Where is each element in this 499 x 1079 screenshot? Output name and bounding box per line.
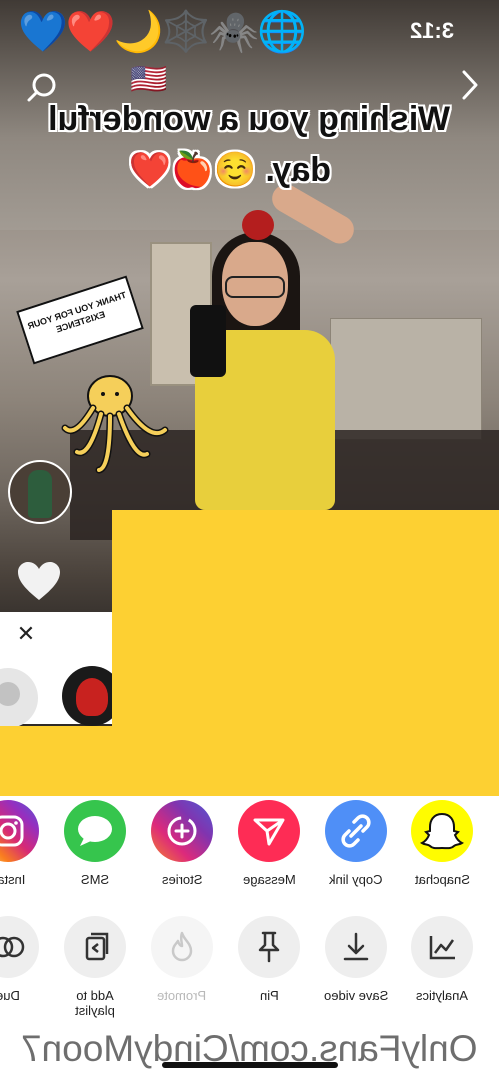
chat-bubble-icon: [64, 800, 126, 862]
action-analytics[interactable]: Analytics: [402, 916, 482, 1003]
send-icon: [238, 800, 300, 862]
creator-avatar[interactable]: [8, 460, 72, 524]
close-icon[interactable]: ✕: [14, 622, 38, 646]
search-icon[interactable]: [24, 70, 60, 106]
share-sms[interactable]: SMS: [55, 800, 135, 887]
share-snapchat[interactable]: Snapchat: [402, 800, 482, 887]
status-time: 3:12: [410, 18, 455, 43]
action-label: Save video: [323, 988, 389, 1003]
flame-icon: [151, 916, 213, 978]
redaction-block-lower: [0, 726, 499, 796]
person-phone: [190, 305, 226, 377]
share-label: Copy link: [329, 872, 383, 887]
share-label: Instag: [0, 872, 26, 887]
avatar-figure: [28, 470, 52, 518]
action-label: Add to playlist: [75, 988, 115, 1018]
home-indicator[interactable]: [162, 1062, 338, 1068]
download-icon: [325, 916, 387, 978]
snapchat-ghost-icon: [411, 800, 473, 862]
action-pin[interactable]: Pin: [229, 916, 309, 1003]
playlist-add-icon: [64, 916, 126, 978]
share-label: Snapchat: [414, 872, 470, 887]
share-copy-link[interactable]: Copy link: [316, 800, 396, 887]
caption-line-1: Wishing you a wonderful: [48, 100, 451, 138]
action-label: Promote: [157, 988, 207, 1003]
share-stories[interactable]: Stories: [142, 800, 222, 887]
status-bar: 💙❤️🌙🕸️🕷️🌐 3:12: [0, 0, 499, 64]
caption-line-2: day. ☺️🍎❤️: [128, 151, 331, 189]
octopus-sticker-icon: [61, 375, 169, 474]
share-label: Message: [242, 872, 296, 887]
action-save-video[interactable]: Save video: [316, 916, 396, 1003]
apple: [242, 210, 274, 240]
duet-icon: [0, 916, 39, 978]
person-glasses: [225, 276, 285, 298]
flag-emoji: 🇺🇸: [130, 63, 168, 96]
instagram-icon: [0, 800, 39, 862]
share-message[interactable]: Message: [229, 800, 309, 887]
stories-add-icon: [151, 800, 213, 862]
action-label: Due: [0, 988, 20, 1003]
video-poster: [330, 318, 482, 440]
mirrored-screen: THANK YOU FOR YOUR EXISTENCE Wishing you…: [0, 0, 499, 1079]
action-add-to-playlist[interactable]: Add to playlist: [55, 916, 135, 1018]
share-label: SMS: [80, 872, 110, 887]
pin-icon: [238, 916, 300, 978]
action-promote[interactable]: Promote: [142, 916, 222, 1003]
share-instagram[interactable]: Instag: [0, 800, 48, 887]
action-label: Analytics: [415, 988, 469, 1003]
status-emojis: 💙❤️🌙🕸️🕷️🌐: [18, 10, 307, 54]
action-label: Pin: [259, 988, 279, 1003]
action-duet[interactable]: Due: [0, 916, 48, 1003]
analytics-chart-icon: [411, 916, 473, 978]
chevron-right-icon[interactable]: [456, 68, 484, 102]
like-heart-icon[interactable]: [16, 560, 62, 602]
share-label: Stories: [161, 872, 203, 887]
link-icon: [325, 800, 387, 862]
